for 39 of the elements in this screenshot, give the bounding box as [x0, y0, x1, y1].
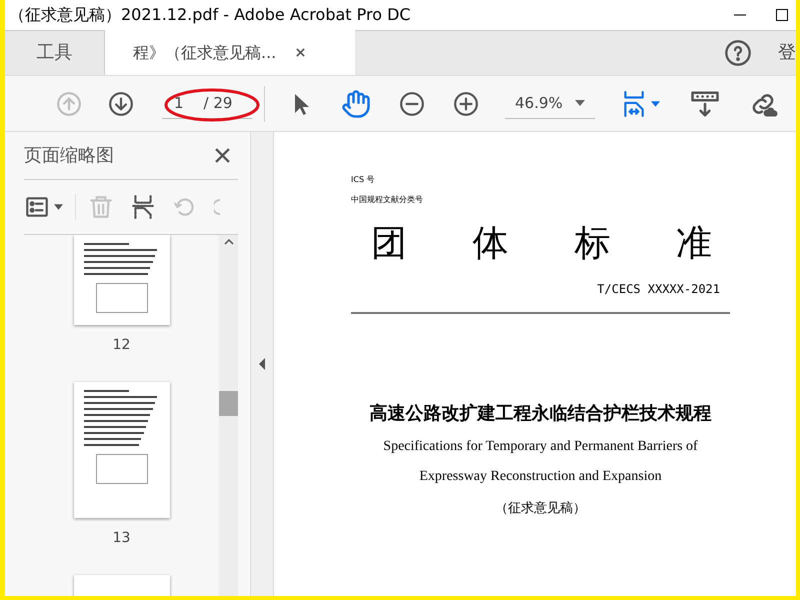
scroll-mode-icon[interactable]	[690, 88, 720, 118]
scrollbar[interactable]	[219, 235, 238, 596]
panel-title: 页面缩略图	[24, 144, 114, 168]
help-icon[interactable]	[724, 38, 752, 66]
collapse-panel-icon[interactable]	[259, 358, 265, 370]
page-thumbnail[interactable]	[74, 235, 170, 325]
heading-character: 准	[676, 226, 712, 262]
english-title: Specifications for Temporary and Permanent Barriers of	[383, 438, 698, 456]
caret-icon	[575, 100, 585, 106]
heading-character: 标	[574, 226, 610, 262]
page-thumbnail[interactable]	[74, 382, 170, 518]
close-icon[interactable]	[215, 148, 230, 163]
english-title: Expressway Reconstruction and Expansion	[419, 468, 662, 486]
heading-character: 团	[371, 226, 407, 262]
page-number-label: 12	[112, 336, 130, 355]
ics-label: ICS 号	[351, 174, 376, 186]
sign-in-link[interactable]: 登	[778, 39, 796, 66]
standard-code: T/CECS XXXXX-2021	[597, 281, 720, 298]
classification-label: 中国规程文献分类号	[351, 194, 424, 206]
page-thumbnail[interactable]	[74, 575, 170, 596]
zoom-out-icon[interactable]	[399, 90, 425, 116]
tab[interactable]: 程》（征求意见稿...	[105, 30, 355, 75]
hand-icon[interactable]	[341, 88, 371, 118]
maximize-icon[interactable]	[776, 9, 788, 21]
chevron-up-icon[interactable]	[224, 239, 234, 245]
document-title: 高速公路改扩建工程永临结合护栏技术规程	[370, 402, 712, 426]
page-number-field[interactable]: 1 / 29	[162, 88, 252, 118]
heading-character: 体	[472, 226, 509, 262]
caret-icon[interactable]	[651, 100, 660, 106]
close-icon[interactable]	[296, 48, 306, 57]
insert-pages-icon[interactable]	[130, 194, 156, 220]
draft-label: （征求意见稿）	[495, 500, 586, 518]
zoom-in-icon[interactable]	[453, 90, 479, 116]
scroll-thumb[interactable]	[219, 391, 238, 416]
arrow-down-circle-icon[interactable]	[108, 90, 134, 116]
zoom-dropdown[interactable]: 46.9%	[505, 88, 595, 118]
page-number-label: 13	[112, 529, 130, 548]
caret-icon[interactable]	[54, 204, 63, 210]
window-title: （征求意见稿）2021.12.pdf - Adobe Acrobat Pro DC	[9, 4, 411, 26]
